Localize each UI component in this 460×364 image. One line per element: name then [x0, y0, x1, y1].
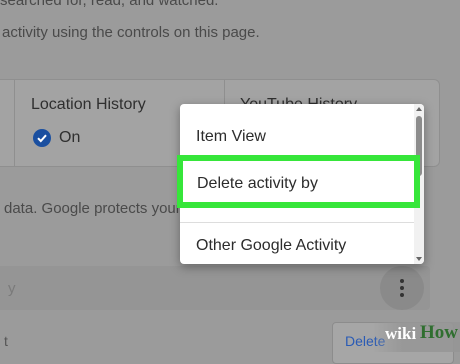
scroll-up-icon[interactable] — [416, 107, 422, 111]
search-bar[interactable] — [0, 266, 430, 310]
scroll-down-icon[interactable] — [416, 257, 422, 261]
check-circle-icon — [33, 129, 51, 147]
location-history-title: Location History — [31, 96, 146, 113]
menu-item-delete-activity-by-label: Delete activity by — [197, 175, 318, 192]
location-history-status-label: On — [59, 129, 81, 146]
more-vert-icon — [400, 278, 404, 299]
menu-item-delete-activity-by[interactable]: Delete activity by — [177, 155, 420, 208]
search-hint-text: y — [8, 280, 16, 297]
wikihow-logo-wiki: wiki — [385, 324, 417, 343]
menu-item-item-view[interactable]: Item View — [196, 128, 266, 146]
menu-divider — [180, 222, 414, 223]
location-history-status[interactable]: On — [33, 129, 80, 147]
controls-description-text: activity using the controls on this page… — [2, 24, 260, 41]
header-partial-text: searched for, read, and watched. — [0, 0, 219, 9]
privacy-description-text: data. Google protects your p — [4, 200, 194, 217]
more-options-button[interactable] — [380, 266, 424, 310]
bottom-partial-text: t — [4, 333, 8, 349]
card-divider — [14, 80, 15, 166]
menu-item-other-google-activity[interactable]: Other Google Activity — [196, 237, 346, 255]
wikihow-logo-how: How — [420, 322, 458, 343]
